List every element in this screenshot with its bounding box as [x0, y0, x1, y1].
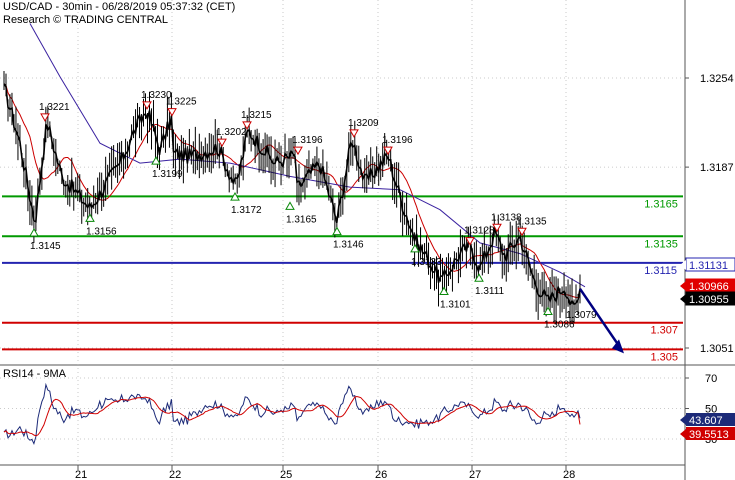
up-marker-icon	[285, 201, 295, 210]
chart-source: Research © TRADING CENTRAL	[3, 14, 168, 26]
up-marker-label: 1.3146	[333, 240, 364, 251]
down-marker-label: 1.3135	[516, 216, 547, 227]
level-lines: 1.3165 1.3135 1.3115 1.307 1.305	[2, 195, 683, 363]
up-marker-icon	[85, 213, 95, 222]
price-tag-label: 1.30955	[689, 294, 729, 306]
up-marker-icon	[29, 227, 39, 237]
chart-grid	[0, 0, 735, 480]
y-tick-label: 1.3254	[700, 73, 734, 85]
x-tick-label: 22	[169, 469, 181, 480]
level-label: 1.305	[651, 351, 679, 363]
price-tag-pointer	[680, 260, 686, 270]
x-tick-label: 27	[469, 469, 481, 480]
swing-markers: 1.32211.32301.32251.32021.32151.31961.32…	[29, 90, 597, 330]
chart-title: USD/CAD - 30min - 06/28/2019 05:37:32 (C…	[3, 1, 236, 13]
x-tick-label: 21	[75, 469, 87, 480]
rsi-tag-pointer	[680, 415, 686, 425]
price-tag-pointer	[680, 281, 686, 291]
price-tag-label: 1.31131	[689, 260, 728, 272]
down-marker-label: 1.3196	[382, 135, 413, 146]
forecast-arrow-group	[578, 288, 624, 354]
rsi-tag-label: 39.5513	[689, 429, 729, 441]
down-marker-label: 1.3202	[216, 127, 247, 138]
y-tick-label: 1.3187	[700, 162, 734, 174]
level-label: 1.307	[651, 325, 679, 337]
up-marker-label: 1.3199	[152, 169, 183, 180]
forecast-arrowhead	[612, 339, 624, 354]
y-tick-label: 1.3051	[700, 343, 734, 355]
up-marker-label: 1.3145	[30, 241, 61, 252]
down-marker-label: 1.3225	[166, 97, 197, 108]
down-marker-label: 1.3215	[241, 110, 272, 121]
down-marker-label: 1.3196	[292, 135, 323, 146]
low-value-label: 1.3079	[566, 310, 597, 321]
down-marker-label: 1.3128	[464, 226, 495, 237]
rsi-tag-pointer	[680, 429, 686, 439]
rsi-tick-label: 70	[705, 373, 717, 385]
rsi-panel	[0, 377, 685, 446]
ma-fast-line	[3, 83, 581, 299]
up-marker-icon	[543, 306, 553, 315]
level-label: 1.3115	[644, 265, 677, 277]
up-marker-label: 1.3165	[286, 214, 317, 225]
rsi-tag-label: 43.607	[689, 415, 723, 427]
price-tag-label: 1.30966	[689, 281, 729, 293]
x-tick-label: 25	[280, 469, 292, 480]
up-marker-label: 1.3156	[86, 226, 117, 237]
up-marker-icon	[151, 156, 161, 165]
x-tick-label: 26	[375, 469, 387, 480]
down-marker-icon	[517, 227, 527, 237]
chart-canvas: 1.31651.31351.31151.3071.305 1.32211.323…	[0, 0, 735, 480]
up-marker-label: 1.3172	[231, 205, 262, 216]
up-marker-label: 1.3086	[544, 319, 575, 330]
rsi-title: RSI14 - 9MA	[3, 368, 66, 380]
level-label: 1.3165	[644, 198, 678, 210]
x-tick-label: 28	[563, 469, 575, 480]
rsi-line	[3, 382, 581, 446]
up-marker-label: 1.3101	[440, 299, 471, 310]
down-marker-label: 1.3221	[39, 102, 70, 113]
down-marker-label: 1.3209	[348, 118, 379, 129]
up-marker-label: 1.3111	[475, 286, 505, 297]
up-marker-icon	[332, 226, 342, 236]
price-tag-pointer	[680, 294, 686, 304]
level-label: 1.3135	[644, 238, 678, 250]
up-marker-label: 1.3133	[411, 257, 442, 268]
